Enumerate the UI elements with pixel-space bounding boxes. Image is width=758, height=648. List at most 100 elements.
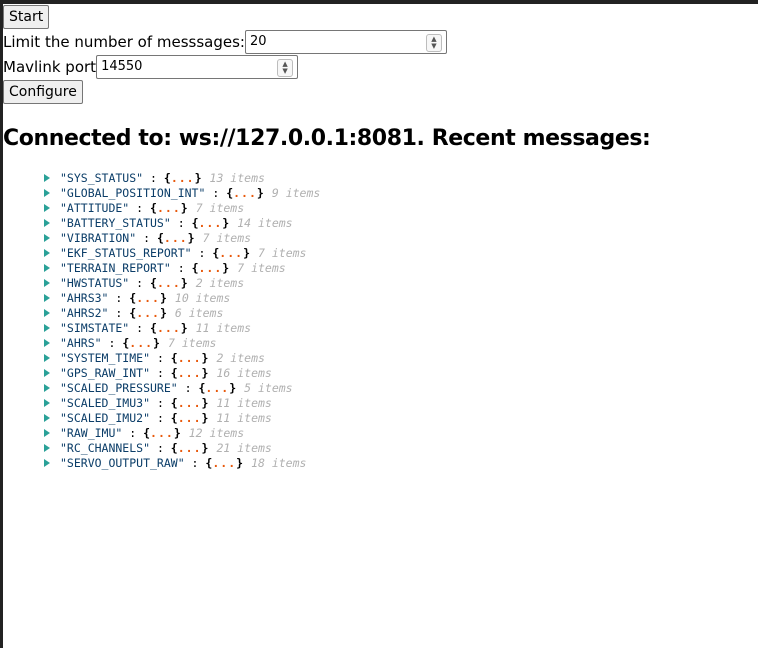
message-row[interactable]: "RAW_IMU" : {...} 12 items	[44, 425, 320, 440]
spin-down-icon[interactable]: ▼	[282, 67, 287, 75]
expand-triangle-icon[interactable]	[44, 368, 50, 377]
message-row[interactable]: "GPS_RAW_INT" : {...} 16 items	[44, 365, 320, 380]
limit-input-value: 20	[249, 34, 267, 49]
collapsed-ellipsis[interactable]: ...	[205, 381, 229, 395]
port-input[interactable]: 14550 ▲ ▼	[96, 54, 299, 79]
item-count: 13 items	[209, 170, 265, 185]
collapsed-ellipsis[interactable]: ...	[212, 456, 236, 470]
expand-triangle-icon[interactable]	[44, 278, 50, 287]
expand-triangle-icon[interactable]	[44, 308, 50, 317]
message-row[interactable]: "AHRS" : {...} 7 items	[44, 335, 320, 350]
key-colon: :	[184, 455, 206, 470]
port-row: Mavlink port 14550 ▲ ▼	[3, 54, 758, 79]
message-row[interactable]: "SCALED_PRESSURE" : {...} 5 items	[44, 380, 320, 395]
collapsed-ellipsis[interactable]: ...	[199, 261, 223, 275]
expand-triangle-icon[interactable]	[44, 188, 50, 197]
open-brace: {	[129, 305, 137, 320]
close-brace: }	[201, 365, 209, 380]
message-row[interactable]: "BATTERY_STATUS" : {...} 14 items	[44, 215, 320, 230]
expand-triangle-icon[interactable]	[44, 458, 50, 467]
collapsed-ellipsis[interactable]: ...	[164, 231, 188, 245]
expand-triangle-icon[interactable]	[44, 398, 50, 407]
message-row[interactable]: "SYS_STATUS" : {...} 13 items	[44, 170, 320, 185]
message-key: "AHRS3"	[60, 290, 109, 305]
collapsed-ellipsis[interactable]: ...	[199, 216, 223, 230]
open-brace: {	[191, 215, 199, 230]
message-row[interactable]: "ATTITUDE" : {...} 7 items	[44, 200, 320, 215]
open-brace: {	[198, 380, 206, 395]
expand-triangle-icon[interactable]	[44, 263, 50, 272]
collapsed-ellipsis[interactable]: ...	[171, 171, 195, 185]
message-row[interactable]: "GLOBAL_POSITION_INT" : {...} 9 items	[44, 185, 320, 200]
message-key: "SIMSTATE"	[60, 320, 130, 335]
close-brace: }	[159, 305, 167, 320]
expand-triangle-icon[interactable]	[44, 413, 50, 422]
collapsed-ellipsis[interactable]: ...	[178, 351, 202, 365]
key-colon: :	[122, 425, 144, 440]
message-row[interactable]: "VIBRATION" : {...} 7 items	[44, 230, 320, 245]
expand-triangle-icon[interactable]	[44, 203, 50, 212]
message-row[interactable]: "SIMSTATE" : {...} 11 items	[44, 320, 320, 335]
collapsed-ellipsis[interactable]: ...	[178, 366, 202, 380]
close-brace: }	[180, 320, 188, 335]
collapsed-ellipsis[interactable]: ...	[136, 306, 160, 320]
item-count: 16 items	[216, 365, 272, 380]
item-count: 7 items	[195, 200, 245, 215]
collapsed-ellipsis[interactable]: ...	[129, 336, 153, 350]
key-colon: :	[101, 335, 123, 350]
expand-triangle-icon[interactable]	[44, 218, 50, 227]
open-brace: {	[170, 365, 178, 380]
expand-triangle-icon[interactable]	[44, 293, 50, 302]
collapsed-ellipsis[interactable]: ...	[157, 201, 181, 215]
close-brace: }	[201, 440, 209, 455]
port-spinner[interactable]: ▲ ▼	[277, 58, 294, 77]
item-count: 10 items	[174, 290, 231, 305]
expand-triangle-icon[interactable]	[44, 383, 50, 392]
expand-triangle-icon[interactable]	[44, 338, 50, 347]
message-row[interactable]: "AHRS2" : {...} 6 items	[44, 305, 320, 320]
message-key: "RAW_IMU"	[60, 425, 123, 440]
key-colon: :	[170, 260, 192, 275]
expand-triangle-icon[interactable]	[44, 443, 50, 452]
item-count: 7 items	[258, 245, 307, 260]
message-row[interactable]: "RC_CHANNELS" : {...} 21 items	[44, 440, 320, 455]
message-row[interactable]: "AHRS3" : {...} 10 items	[44, 290, 320, 305]
item-count: 7 items	[202, 230, 252, 245]
key-colon: :	[129, 320, 151, 335]
expand-triangle-icon[interactable]	[44, 233, 50, 242]
message-key: "SCALED_IMU3"	[60, 395, 151, 410]
collapsed-ellipsis[interactable]: ...	[136, 291, 160, 305]
start-button[interactable]: Start	[3, 4, 50, 29]
message-row[interactable]: "HWSTATUS" : {...} 2 items	[44, 275, 320, 290]
message-row[interactable]: "SYSTEM_TIME" : {...} 2 items	[44, 350, 320, 365]
limit-spinner[interactable]: ▲ ▼	[425, 33, 442, 52]
limit-input[interactable]: 20 ▲ ▼	[244, 29, 447, 54]
collapsed-ellipsis[interactable]: ...	[219, 246, 243, 260]
collapsed-ellipsis[interactable]: ...	[233, 186, 257, 200]
expand-triangle-icon[interactable]	[44, 173, 50, 182]
message-key: "AHRS2"	[60, 305, 109, 320]
collapsed-ellipsis[interactable]: ...	[157, 321, 181, 335]
message-row[interactable]: "SCALED_IMU2" : {...} 11 items	[44, 410, 320, 425]
expand-triangle-icon[interactable]	[44, 428, 50, 437]
message-row[interactable]: "SCALED_IMU3" : {...} 11 items	[44, 395, 320, 410]
message-key: "VIBRATION"	[60, 230, 137, 245]
expand-triangle-icon[interactable]	[44, 248, 50, 257]
collapsed-ellipsis[interactable]: ...	[150, 426, 174, 440]
spin-down-icon[interactable]: ▼	[431, 42, 436, 50]
collapsed-ellipsis[interactable]: ...	[178, 441, 202, 455]
message-key: "BATTERY_STATUS"	[60, 215, 171, 230]
collapsed-ellipsis[interactable]: ...	[157, 276, 181, 290]
collapsed-ellipsis[interactable]: ...	[178, 396, 202, 410]
expand-triangle-icon[interactable]	[44, 353, 50, 362]
configure-button[interactable]: Configure	[3, 79, 83, 104]
message-row[interactable]: "EKF_STATUS_REPORT" : {...} 7 items	[44, 245, 320, 260]
expand-triangle-icon[interactable]	[44, 323, 50, 332]
close-brace: }	[236, 455, 244, 470]
collapsed-ellipsis[interactable]: ...	[178, 411, 202, 425]
message-key: "GPS_RAW_INT"	[60, 365, 151, 380]
message-key: "SYSTEM_TIME"	[60, 350, 151, 365]
message-row[interactable]: "TERRAIN_REPORT" : {...} 7 items	[44, 260, 320, 275]
key-colon: :	[150, 440, 171, 455]
message-row[interactable]: "SERVO_OUTPUT_RAW" : {...} 18 items	[44, 455, 320, 470]
